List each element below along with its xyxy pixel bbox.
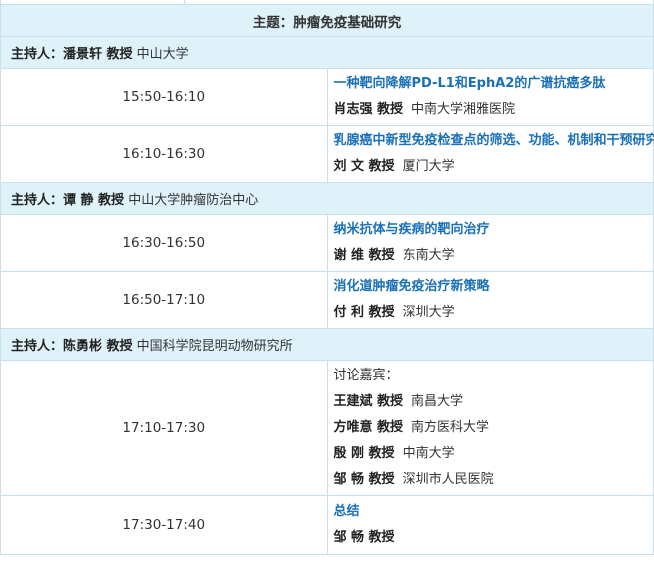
- talk-title[interactable]: 消化道肿瘤免疫治疗新策略: [334, 274, 654, 300]
- guest-name: 方唯意 教授: [333, 420, 404, 435]
- discussion-time: 17:10-17:30: [0, 360, 328, 496]
- host-affiliation: 中山大学肿瘤防治中心: [128, 193, 259, 208]
- discussion-label: 讨论嘉宾：: [333, 368, 399, 383]
- speaker-affiliation: 东南大学: [402, 248, 455, 263]
- speaker-affiliation: 深圳大学: [402, 305, 455, 320]
- speaker-affiliation: 厦门大学: [402, 159, 455, 174]
- talk-time: 16:10-16:30: [0, 125, 328, 183]
- host-name: 主持人：谭 静 教授: [11, 193, 125, 208]
- host-row: 主持人：谭 静 教授 中山大学肿瘤防治中心: [0, 182, 654, 215]
- talk-row: 16:30-16:50 纳米抗体与疾病的靶向治疗 谢 维 教授 东南大学: [0, 214, 654, 272]
- discussion-row: 17:10-17:30 讨论嘉宾： 王建斌 教授 南昌大学 方唯意 教授 南方医科大…: [0, 360, 654, 496]
- speaker-name: 刘 文 教授: [333, 159, 395, 174]
- closing-row: 17:30-17:40 总结 邹 畅 教授: [0, 495, 654, 555]
- session-theme: 主题：肿瘤免疫基础研究: [0, 4, 654, 37]
- speaker-name: 付 利 教授: [333, 305, 395, 320]
- talk-row: 16:50-17:10 消化道肿瘤免疫治疗新策略 付 利 教授 深圳大学: [0, 271, 654, 329]
- host-affiliation: 中国科学院昆明动物研究所: [136, 339, 293, 354]
- guest-name: 王建斌 教授: [333, 394, 404, 409]
- talk-time: 16:50-17:10: [0, 271, 328, 329]
- theme-row: 主题：肿瘤免疫基础研究: [0, 4, 654, 37]
- guest-affiliation: 深圳市人民医院: [402, 472, 494, 487]
- guest-item: 邹 畅 教授 深圳市人民医院: [334, 467, 654, 493]
- talk-row: 16:10-16:30 乳腺癌中新型免疫检查点的筛选、功能、机制和干预研究 刘 …: [0, 125, 654, 183]
- guest-item: 方唯意 教授 南方医科大学: [334, 415, 654, 441]
- guest-name: 邹 畅 教授: [333, 472, 395, 487]
- talk-title[interactable]: 一种靶向降解PD-L1和EphA2的广谱抗癌多肽: [334, 71, 654, 97]
- host-row: 主持人：潘景轩 教授 中山大学: [0, 36, 654, 69]
- agenda-table: 主题：肿瘤免疫基础研究 主持人：潘景轩 教授 中山大学 15:50-16:10 …: [0, 4, 654, 555]
- host-name: 主持人：潘景轩 教授: [11, 47, 133, 62]
- closing-speaker: 邹 畅 教授: [333, 530, 395, 545]
- guest-affiliation: 南昌大学: [411, 394, 464, 409]
- talk-row: 15:50-16:10 一种靶向降解PD-L1和EphA2的广谱抗癌多肽 肖志强…: [0, 68, 654, 126]
- guest-item: 王建斌 教授 南昌大学: [334, 389, 654, 415]
- guest-affiliation: 中南大学: [402, 446, 455, 461]
- talk-time: 16:30-16:50: [0, 214, 328, 272]
- closing-time: 17:30-17:40: [0, 495, 328, 555]
- host-affiliation: 中山大学: [136, 47, 189, 62]
- speaker-affiliation: 中南大学湘雅医院: [411, 102, 516, 117]
- guest-name: 殷 刚 教授: [333, 446, 395, 461]
- speaker-name: 肖志强 教授: [333, 102, 404, 117]
- closing-title[interactable]: 总结: [334, 499, 654, 525]
- talk-title[interactable]: 纳米抗体与疾病的靶向治疗: [334, 217, 654, 243]
- talk-title[interactable]: 乳腺癌中新型免疫检查点的筛选、功能、机制和干预研究: [334, 128, 654, 154]
- guest-item: 殷 刚 教授 中南大学: [334, 441, 654, 467]
- guest-affiliation: 南方医科大学: [411, 420, 490, 435]
- host-name: 主持人：陈勇彬 教授: [11, 339, 133, 354]
- agenda-page: 主题：肿瘤免疫基础研究 主持人：潘景轩 教授 中山大学 15:50-16:10 …: [0, 0, 654, 569]
- talk-time: 15:50-16:10: [0, 68, 328, 126]
- host-row: 主持人：陈勇彬 教授 中国科学院昆明动物研究所: [0, 328, 654, 361]
- speaker-name: 谢 维 教授: [333, 248, 395, 263]
